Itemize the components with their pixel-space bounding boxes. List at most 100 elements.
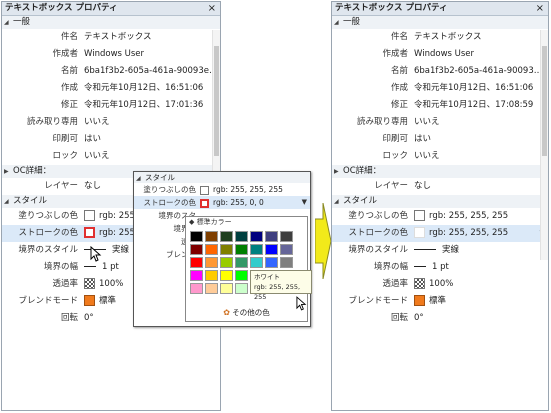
blend-mode-value[interactable]: 標準: [414, 293, 546, 310]
color-swatch[interactable]: [235, 283, 248, 294]
scrollbar-thumb[interactable]: [214, 46, 219, 156]
color-swatch[interactable]: [190, 231, 203, 242]
property-row[interactable]: 修正 令和元年10月12日、17:08:59: [332, 97, 548, 114]
property-row[interactable]: ロック いいえ: [2, 148, 220, 165]
row-border-width[interactable]: 境界の幅 1 pt: [332, 259, 548, 276]
fill-color-value[interactable]: rgb: 255, 255, 255: [414, 208, 546, 225]
row-value[interactable]: 令和元年10月12日、17:01:36: [84, 97, 218, 114]
color-swatch[interactable]: [190, 283, 203, 294]
row-blend-mode[interactable]: ブレンドモード 標準: [332, 293, 548, 310]
section-style[interactable]: ◢ スタイル: [332, 195, 548, 208]
color-swatch[interactable]: [205, 270, 218, 281]
dropdown-arrow-icon[interactable]: ▼: [302, 196, 307, 209]
row-value[interactable]: Windows User: [84, 46, 218, 63]
row-value[interactable]: 令和元年10月12日、16:51:06: [414, 80, 546, 97]
stroke-swatch[interactable]: [414, 227, 425, 238]
collapse-triangle-icon[interactable]: ◢: [4, 195, 13, 208]
section-general[interactable]: ◢ 一般: [332, 16, 548, 29]
color-swatch[interactable]: [250, 257, 263, 268]
callout-row-fill[interactable]: 塗りつぶしの色 rgb: 255, 255, 255: [134, 183, 310, 196]
color-swatch[interactable]: [235, 244, 248, 255]
color-swatch[interactable]: [220, 283, 233, 294]
row-value[interactable]: はい: [414, 131, 546, 148]
row-stroke-color[interactable]: ストロークの色 rgb: 255, 255, 255 ▼: [332, 225, 548, 242]
color-swatch[interactable]: [265, 244, 278, 255]
color-swatch[interactable]: [190, 244, 203, 255]
row-value[interactable]: 6ba1f3b2-605a-461a-90093e8714...: [84, 63, 218, 80]
property-row[interactable]: 印刷可 はい: [2, 131, 220, 148]
opacity-value[interactable]: 100%: [414, 276, 546, 293]
row-value[interactable]: テキストボックス: [84, 29, 218, 46]
row-value[interactable]: いいえ: [84, 148, 218, 165]
color-swatch[interactable]: [190, 257, 203, 268]
row-border-style[interactable]: 境界のスタイル 実線: [332, 242, 548, 259]
scrollbar[interactable]: [540, 30, 548, 260]
expand-triangle-icon[interactable]: ▶: [4, 165, 13, 178]
color-swatch[interactable]: [250, 244, 263, 255]
row-value[interactable]: テキストボックス: [414, 29, 546, 46]
expand-triangle-icon[interactable]: ▶: [334, 165, 343, 178]
row-value[interactable]: 令和元年10月12日、16:51:06: [84, 80, 218, 97]
collapse-triangle-icon[interactable]: ◢: [334, 16, 343, 29]
property-row[interactable]: 作成 令和元年10月12日、16:51:06: [2, 80, 220, 97]
color-swatch[interactable]: [220, 231, 233, 242]
color-swatch[interactable]: [280, 244, 293, 255]
more-colors-button[interactable]: ✿ その他の色: [186, 307, 307, 319]
row-value[interactable]: はい: [84, 131, 218, 148]
color-swatch[interactable]: [280, 231, 293, 242]
color-swatch[interactable]: [265, 257, 278, 268]
property-row[interactable]: 作成者 Windows User: [2, 46, 220, 63]
color-swatch[interactable]: [220, 270, 233, 281]
stroke-swatch[interactable]: [200, 198, 209, 208]
border-width-value[interactable]: 1 pt: [414, 259, 546, 276]
color-swatch[interactable]: [190, 270, 203, 281]
color-swatch[interactable]: [205, 257, 218, 268]
border-style-value[interactable]: 実線: [414, 242, 546, 259]
color-swatch[interactable]: [220, 244, 233, 255]
stroke-color-dropdown[interactable]: rgb: 255, 0, 0: [200, 196, 308, 209]
property-row[interactable]: 作成 令和元年10月12日、16:51:06: [332, 80, 548, 97]
section-oc[interactable]: ▶ OC詳細：: [332, 165, 548, 178]
stroke-swatch[interactable]: [84, 227, 95, 238]
property-row[interactable]: 件名 テキストボックス: [332, 29, 548, 46]
property-row[interactable]: 読み取り専用 いいえ: [332, 114, 548, 131]
row-value[interactable]: 6ba1f3b2-605a-461a-90093e8714...: [414, 63, 546, 80]
property-row[interactable]: 作成者 Windows User: [332, 46, 548, 63]
property-row[interactable]: 件名 テキストボックス: [2, 29, 220, 46]
color-swatch[interactable]: [220, 257, 233, 268]
color-swatch[interactable]: [250, 231, 263, 242]
row-rotation[interactable]: 回転 0°: [332, 310, 548, 327]
collapse-triangle-icon[interactable]: ◢: [4, 16, 13, 29]
row-value[interactable]: Windows User: [414, 46, 546, 63]
property-row[interactable]: ロック いいえ: [332, 148, 548, 165]
row-value[interactable]: いいえ: [414, 148, 546, 165]
property-row[interactable]: 修正 令和元年10月12日、17:01:36: [2, 97, 220, 114]
row-value[interactable]: いいえ: [414, 114, 546, 131]
color-swatch[interactable]: [235, 231, 248, 242]
rotation-value[interactable]: 0°: [414, 310, 546, 327]
callout-row-stroke[interactable]: ストロークの色 rgb: 255, 0, 0 ▼: [134, 196, 310, 209]
row-opacity[interactable]: 透過率 100%: [332, 276, 548, 293]
property-row[interactable]: 名前 6ba1f3b2-605a-461a-90093e8714...: [2, 63, 220, 80]
row-value[interactable]: なし: [414, 178, 546, 195]
close-icon[interactable]: ×: [208, 2, 216, 15]
stroke-color-dropdown[interactable]: rgb: 255, 255, 255: [414, 225, 546, 242]
color-swatch[interactable]: [265, 231, 278, 242]
color-swatch[interactable]: [205, 231, 218, 242]
section-general[interactable]: ◢ 一般: [2, 16, 220, 29]
property-row[interactable]: 印刷可 はい: [332, 131, 548, 148]
color-swatch[interactable]: [205, 283, 218, 294]
scrollbar-thumb[interactable]: [542, 46, 547, 156]
row-value[interactable]: 令和元年10月12日、17:08:59: [414, 97, 546, 114]
collapse-triangle-icon[interactable]: ◢: [334, 195, 343, 208]
color-swatch[interactable]: [235, 257, 248, 268]
color-swatch[interactable]: [280, 257, 293, 268]
property-row[interactable]: レイヤー なし: [332, 178, 548, 195]
property-row[interactable]: 名前 6ba1f3b2-605a-461a-90093e8714...: [332, 63, 548, 80]
color-swatch[interactable]: [205, 244, 218, 255]
fill-color-value[interactable]: rgb: 255, 255, 255: [200, 183, 308, 196]
close-icon[interactable]: ×: [536, 2, 544, 15]
row-value[interactable]: いいえ: [84, 114, 218, 131]
color-swatch[interactable]: [235, 270, 248, 281]
row-fill-color[interactable]: 塗りつぶしの色 rgb: 255, 255, 255: [332, 208, 548, 225]
